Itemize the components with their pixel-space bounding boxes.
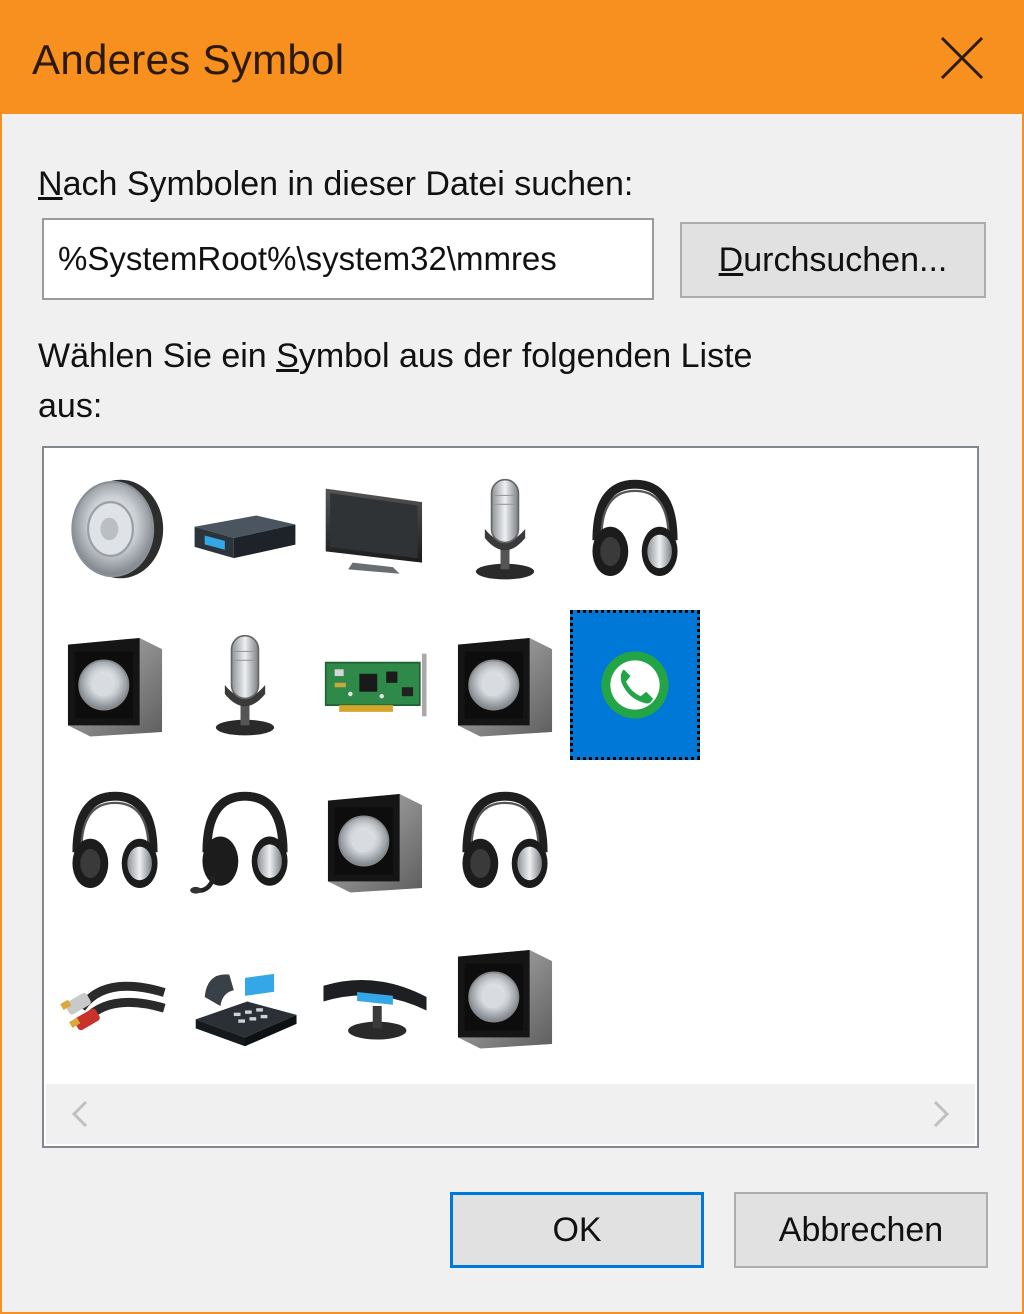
browse-label: urchsuchen...: [743, 240, 948, 279]
change-icon-dialog: Anderes Symbol Nach Symbolen in dieser D…: [0, 0, 1024, 1314]
chevron-right-icon: [921, 1094, 961, 1134]
handset-base-icon: [319, 941, 431, 1053]
list-label-part-b: ymbol aus der folgenden Liste: [298, 337, 753, 375]
headphones-icon: [449, 785, 561, 897]
browse-mnemonic: D: [718, 240, 744, 279]
search-label-mnemonic: N: [38, 165, 63, 203]
icon-list-item[interactable]: [50, 922, 180, 1072]
speaker-box-icon: [449, 941, 561, 1053]
icon-list-item[interactable]: [440, 610, 570, 760]
microphone-icon: [189, 629, 301, 741]
icon-list-item[interactable]: [310, 610, 440, 760]
browse-button[interactable]: Durchsuchen...: [680, 222, 986, 298]
monitor-icon: [319, 473, 431, 585]
search-label-text: ach Symbolen in dieser Datei suchen:: [62, 165, 634, 203]
icon-list-label-line1: Wählen Sie ein Symbol aus der folgenden …: [38, 332, 752, 380]
icon-list-item[interactable]: [570, 454, 700, 604]
dialog-title: Anderes Symbol: [32, 36, 345, 83]
icon-file-path-input[interactable]: %SystemRoot%\system32\mmres: [42, 218, 654, 300]
title-bar: Anderes Symbol: [2, 2, 1022, 114]
icon-list: [42, 446, 979, 1148]
microphone-icon: [449, 473, 561, 585]
headphones-icon: [59, 785, 171, 897]
ok-button[interactable]: OK: [450, 1192, 704, 1268]
scroll-right-button[interactable]: [921, 1094, 961, 1134]
desk-phone-icon: [189, 941, 301, 1053]
icon-list-item[interactable]: [180, 454, 310, 604]
cancel-button[interactable]: Abbrechen: [734, 1192, 988, 1268]
icon-list-item[interactable]: [440, 454, 570, 604]
icon-list-item[interactable]: [440, 766, 570, 916]
close-button[interactable]: [932, 28, 992, 88]
scroll-left-button[interactable]: [60, 1094, 100, 1134]
list-label-mnemonic: S: [276, 337, 299, 375]
list-label-part-a: Wählen Sie ein: [38, 337, 277, 375]
icon-list-item[interactable]: [180, 922, 310, 1072]
search-file-label: Nach Symbolen in dieser Datei suchen:: [38, 160, 633, 208]
icon-list-item[interactable]: [310, 766, 440, 916]
speaker-icon: [59, 473, 171, 585]
speaker-box-icon: [319, 785, 431, 897]
icon-list-item[interactable]: [310, 922, 440, 1072]
receiver-box-icon: [189, 473, 301, 585]
audio-cable-icon: [59, 941, 171, 1053]
icon-list-item[interactable]: [50, 766, 180, 916]
horizontal-scrollbar[interactable]: [46, 1084, 975, 1144]
speaker-box-icon: [449, 629, 561, 741]
icon-list-item[interactable]: [180, 610, 310, 760]
icon-list-item[interactable]: [310, 454, 440, 604]
close-icon: [932, 28, 992, 88]
icon-list-item[interactable]: [180, 766, 310, 916]
headphones-icon: [579, 473, 691, 585]
sound-card-icon: [319, 629, 431, 741]
phone-call-icon: [579, 629, 691, 741]
icon-list-item[interactable]: [570, 610, 700, 760]
icon-list-item[interactable]: [440, 922, 570, 1072]
icon-list-label-line2: aus:: [38, 387, 103, 425]
chevron-left-icon: [60, 1094, 100, 1134]
speaker-box-icon: [59, 629, 171, 741]
headset-icon: [189, 785, 301, 897]
icon-list-item[interactable]: [50, 454, 180, 604]
icon-list-item[interactable]: [50, 610, 180, 760]
